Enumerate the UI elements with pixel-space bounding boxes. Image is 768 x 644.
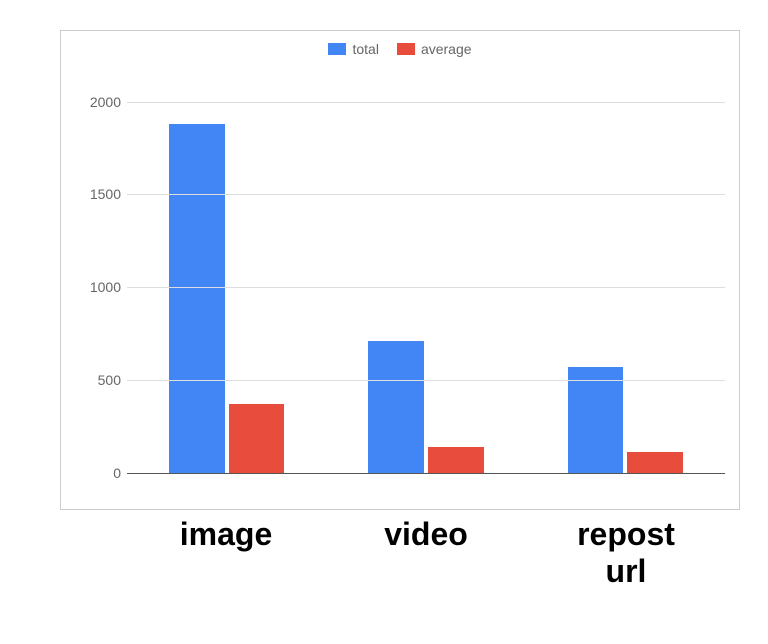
chart-frame: total average 0500100015002000 xyxy=(60,30,740,510)
bar-total-image xyxy=(169,124,225,473)
bar-group-repost-url xyxy=(526,83,725,473)
bar-group-image xyxy=(127,83,326,473)
legend-label-average: average xyxy=(421,41,472,57)
gridline-2000 xyxy=(127,102,725,103)
bar-total-video xyxy=(368,341,424,473)
legend-label-total: total xyxy=(352,41,378,57)
legend-item-average: average xyxy=(397,41,472,57)
bar-average-video xyxy=(428,447,484,473)
gridline-1500 xyxy=(127,194,725,195)
y-tick-1500: 1500 xyxy=(77,186,121,202)
legend-swatch-total xyxy=(328,43,346,55)
x-axis-labels: image video repost url xyxy=(126,516,726,590)
x-label-repost-url: repost url xyxy=(526,516,726,590)
gridline-0 xyxy=(127,473,725,474)
bar-groups xyxy=(127,83,725,473)
x-label-video: video xyxy=(326,516,526,590)
legend-swatch-average xyxy=(397,43,415,55)
gridline-500 xyxy=(127,380,725,381)
bar-total-repost-url xyxy=(568,367,624,473)
bar-average-repost-url xyxy=(627,452,683,473)
bar-average-image xyxy=(229,404,285,473)
gridline-1000 xyxy=(127,287,725,288)
y-tick-500: 500 xyxy=(77,372,121,388)
y-tick-0: 0 xyxy=(77,465,121,481)
bar-group-video xyxy=(326,83,525,473)
legend-item-total: total xyxy=(328,41,378,57)
plot-area: 0500100015002000 xyxy=(127,83,725,473)
legend: total average xyxy=(61,41,739,57)
y-tick-2000: 2000 xyxy=(77,94,121,110)
x-label-image: image xyxy=(126,516,326,590)
y-tick-1000: 1000 xyxy=(77,279,121,295)
